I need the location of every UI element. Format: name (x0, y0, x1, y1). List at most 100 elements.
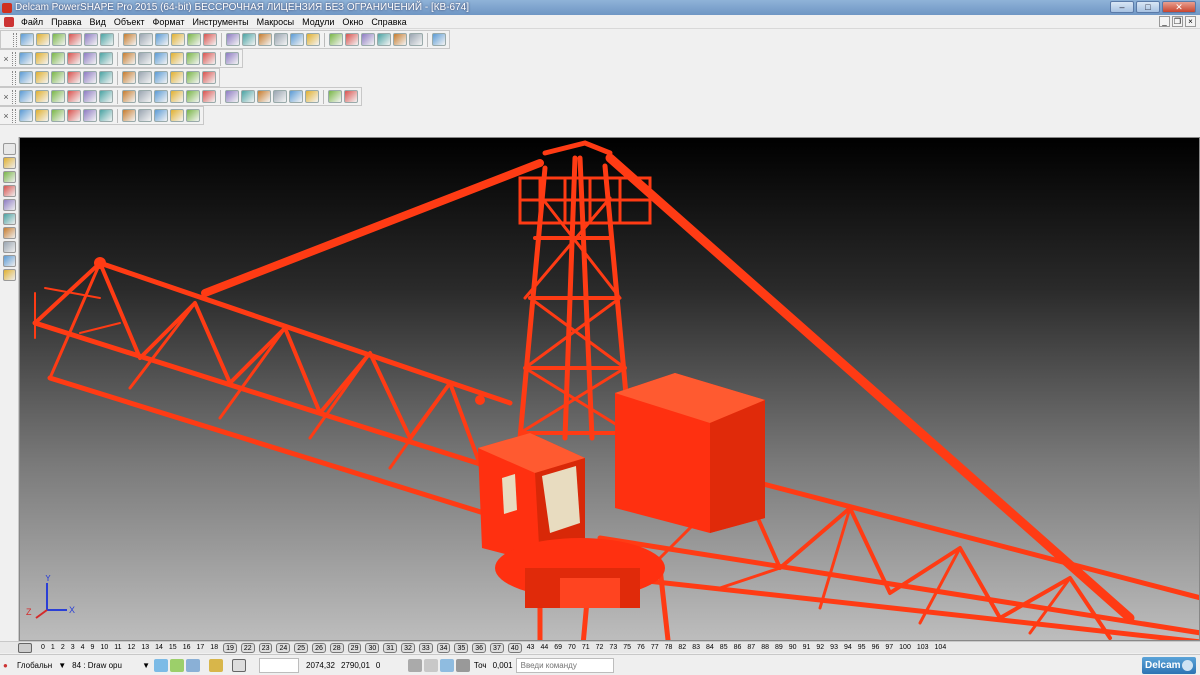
workplane-dropdown[interactable]: ▼ (55, 661, 69, 670)
feature-boss-icon[interactable] (51, 90, 65, 103)
menu-help[interactable]: Справка (367, 17, 410, 27)
command-input[interactable] (515, 657, 614, 673)
level-90[interactable]: 90 (788, 643, 798, 653)
feature-remove-icon[interactable] (305, 90, 319, 103)
level-35[interactable]: 35 (454, 642, 469, 653)
new-file-icon[interactable] (20, 33, 34, 46)
level-36[interactable]: 36 (472, 642, 487, 653)
menu-view[interactable]: Вид (86, 17, 110, 27)
view-front-icon[interactable] (35, 52, 49, 65)
feature-offset-icon[interactable] (225, 90, 239, 103)
level-22[interactable]: 22 (240, 642, 255, 653)
level-13[interactable]: 13 (140, 643, 150, 653)
shading-icon[interactable] (170, 52, 184, 65)
level-17[interactable]: 17 (196, 643, 206, 653)
solid-feature-icon[interactable] (186, 71, 200, 84)
level-96[interactable]: 96 (871, 643, 881, 653)
level-97[interactable]: 97 (884, 643, 894, 653)
workplane-icon[interactable] (186, 658, 201, 672)
toolpath-icon[interactable] (409, 33, 423, 46)
import-icon[interactable] (100, 33, 114, 46)
solid-cylinder-icon[interactable] (35, 71, 49, 84)
level-31[interactable]: 31 (383, 642, 398, 653)
feature-suppress-icon[interactable] (328, 90, 342, 103)
solid-extrude-icon[interactable] (99, 71, 113, 84)
coordinate-icon[interactable] (407, 658, 422, 672)
level-104[interactable]: 104 (934, 643, 948, 653)
level-91[interactable]: 91 (802, 643, 812, 653)
level-4[interactable]: 4 (80, 643, 86, 653)
snap-icon[interactable] (170, 658, 185, 672)
level-24[interactable]: 24 (276, 642, 291, 653)
level-87[interactable]: 87 (746, 643, 756, 653)
delete-icon[interactable] (171, 33, 185, 46)
shaded-icon[interactable] (393, 33, 407, 46)
level-71[interactable]: 71 (581, 643, 591, 653)
toolbar-grip-icon[interactable] (12, 89, 16, 104)
curve-icon[interactable] (345, 33, 359, 46)
surface-icon[interactable] (361, 33, 375, 46)
toolbar-close-icon[interactable]: × (2, 92, 10, 102)
solid-revolve-icon[interactable] (122, 71, 136, 84)
surface-project-icon[interactable] (186, 109, 200, 122)
erase-icon[interactable] (187, 33, 201, 46)
level-78[interactable]: 78 (664, 643, 674, 653)
solid-sweep-icon[interactable] (138, 71, 152, 84)
feature-shell-icon[interactable] (122, 90, 136, 103)
grid-toggle-icon[interactable] (232, 658, 247, 672)
menu-object[interactable]: Объект (110, 17, 149, 27)
level-manager-icon[interactable] (18, 642, 32, 653)
feature-thicken-icon[interactable] (241, 90, 255, 103)
level-10[interactable]: 10 (99, 643, 109, 653)
zoom-window-icon[interactable] (154, 52, 168, 65)
feature-mirror-icon[interactable] (202, 90, 216, 103)
save-as-icon[interactable] (68, 33, 82, 46)
level-88[interactable]: 88 (760, 643, 770, 653)
level-75[interactable]: 75 (622, 643, 632, 653)
measure-icon[interactable] (455, 658, 470, 672)
toolbar-close-icon[interactable]: × (2, 111, 10, 121)
surface-patch-icon[interactable] (51, 109, 65, 122)
menu-modules[interactable]: Модули (298, 17, 338, 27)
level-29[interactable]: 29 (347, 642, 362, 653)
copy-icon[interactable] (139, 33, 153, 46)
feature-icon[interactable] (19, 90, 33, 103)
surface-fill-icon[interactable] (83, 109, 97, 122)
level-44[interactable]: 44 (539, 643, 549, 653)
feature-draft-icon[interactable] (138, 90, 152, 103)
close-button[interactable]: ✕ (1162, 1, 1196, 13)
circle-icon[interactable] (329, 33, 343, 46)
menu-macros[interactable]: Макросы (253, 17, 299, 27)
solid-icon[interactable] (377, 33, 391, 46)
level-37[interactable]: 37 (490, 642, 504, 653)
calculator-icon[interactable] (423, 658, 438, 672)
dimension-icon[interactable] (274, 33, 288, 46)
level-23[interactable]: 23 (258, 642, 273, 653)
level-95[interactable]: 95 (857, 643, 867, 653)
pointer-icon[interactable] (3, 143, 16, 155)
surface-tool-icon[interactable] (3, 227, 16, 239)
feature-pattern-icon[interactable] (186, 90, 200, 103)
solid-cone-icon[interactable] (51, 71, 65, 84)
mdi-minimize-button[interactable]: _ (1159, 16, 1170, 27)
feature-fillet-icon[interactable] (83, 90, 97, 103)
feature-scale-icon[interactable] (289, 90, 303, 103)
menu-file[interactable]: Файл (17, 17, 47, 27)
level-16[interactable]: 16 (182, 643, 192, 653)
feature-cut-icon[interactable] (170, 90, 184, 103)
solid-cut-icon[interactable] (202, 71, 216, 84)
rename-icon[interactable] (35, 109, 49, 122)
cut-icon[interactable] (123, 33, 137, 46)
level-40[interactable]: 40 (507, 642, 522, 653)
surface-blend-icon[interactable] (67, 109, 81, 122)
solid-sphere-icon[interactable] (67, 71, 81, 84)
level-28[interactable]: 28 (329, 642, 344, 653)
line-icon[interactable] (290, 33, 304, 46)
toolbar-grip-icon[interactable] (12, 51, 16, 66)
toolbar-grip-icon[interactable] (12, 70, 16, 85)
wizard-icon[interactable] (432, 33, 446, 46)
tolerance-value[interactable]: 0,001 (490, 661, 516, 670)
level-103[interactable]: 103 (916, 643, 930, 653)
surface-join-icon[interactable] (154, 109, 168, 122)
feature-hole-icon[interactable] (35, 90, 49, 103)
